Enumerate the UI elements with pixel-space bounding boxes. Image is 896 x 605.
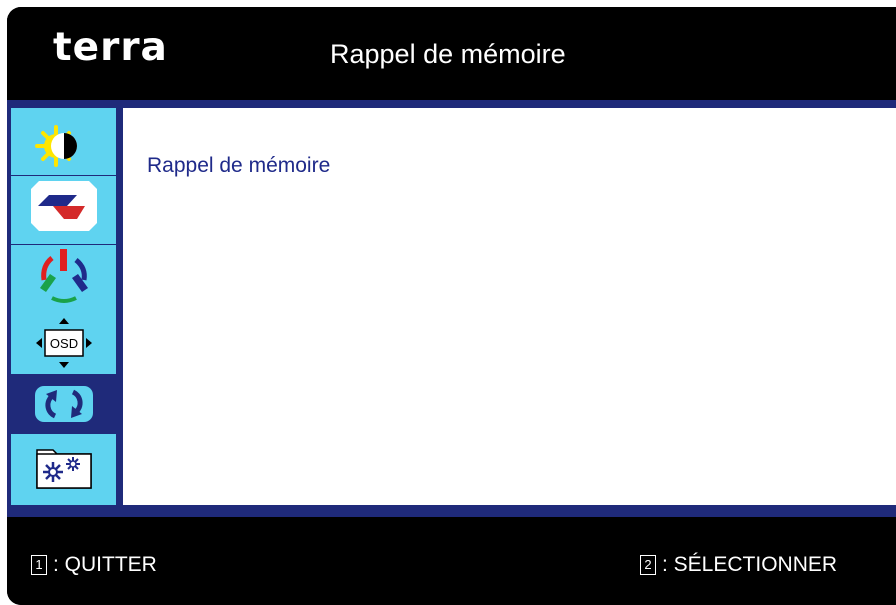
osd-frame: OSD Rappel de mémoire: [7, 100, 896, 517]
sidebar-item-color[interactable]: [11, 245, 116, 305]
select-label: : SÉLECTIONNER: [662, 553, 838, 576]
key-2-icon: 2: [640, 555, 656, 575]
exit-hint: 1 : QUITTER: [31, 553, 157, 577]
brand-logo: terra: [53, 25, 168, 70]
sidebar-item-image[interactable]: [11, 176, 116, 236]
osd-settings-icon: OSD: [35, 318, 92, 368]
sidebar-item-memory-recall[interactable]: [11, 374, 116, 434]
sidebar-item-brightness[interactable]: [11, 116, 116, 176]
key-1-icon: 1: [31, 555, 47, 575]
sidebar-item-extra[interactable]: [11, 437, 116, 497]
osd-footer: 1 : QUITTER 2 : SÉLECTIONNER: [7, 517, 896, 605]
memory-recall-icon: [34, 386, 93, 422]
menu-item-memory-recall[interactable]: Rappel de mémoire: [147, 154, 330, 178]
exit-label: : QUITTER: [53, 553, 157, 576]
select-hint: 2 : SÉLECTIONNER: [640, 553, 837, 577]
sidebar-item-osd[interactable]: OSD: [11, 313, 116, 373]
extra-settings-icon: [35, 449, 92, 489]
osd-menu: terra Rappel de mémoire OSD Rappel de mé…: [7, 7, 896, 605]
content-panel: Rappel de mémoire: [123, 108, 896, 505]
svg-text:OSD: OSD: [49, 336, 77, 351]
color-rgb-icon: [39, 249, 88, 303]
page-title: Rappel de mémoire: [330, 39, 566, 69]
sidebar: OSD: [11, 108, 116, 505]
image-position-icon: [30, 181, 97, 231]
osd-header: terra Rappel de mémoire: [7, 7, 896, 100]
brightness-contrast-icon: [34, 125, 77, 167]
